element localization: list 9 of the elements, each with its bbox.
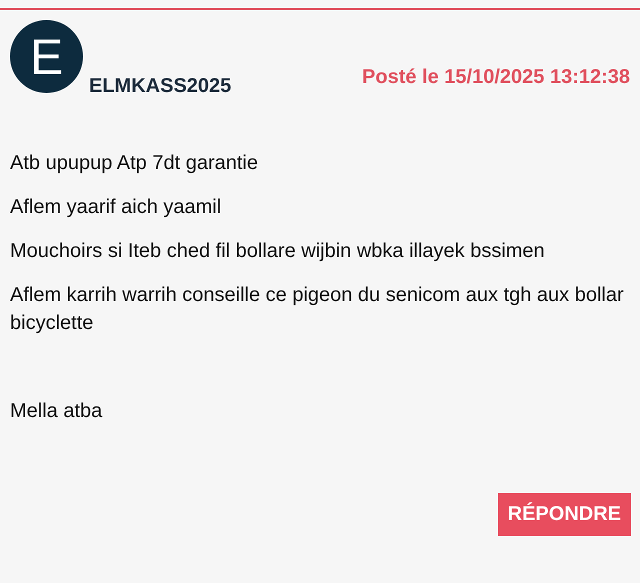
message-paragraph: Aflem karrih warrih conseille ce pigeon du senicom aux tgh aux bollar bicyclette: [10, 283, 625, 336]
message-paragraph: Mella atba: [10, 399, 104, 424]
message-paragraph: Atb upupup Atp 7dt garantie: [10, 151, 259, 176]
avatar: E: [10, 20, 83, 93]
message-paragraph: Aflem yaarif aich yaamil: [10, 195, 222, 220]
reply-button[interactable]: RÉPONDRE: [498, 493, 631, 536]
username: ELMKASS2025: [89, 75, 232, 98]
message-paragraph: Mouchoirs si Iteb ched fil bollare wijbin wbka illayek bssimen: [10, 239, 546, 264]
post-date: Posté le 15/10/2025 13:12:38: [362, 66, 630, 89]
